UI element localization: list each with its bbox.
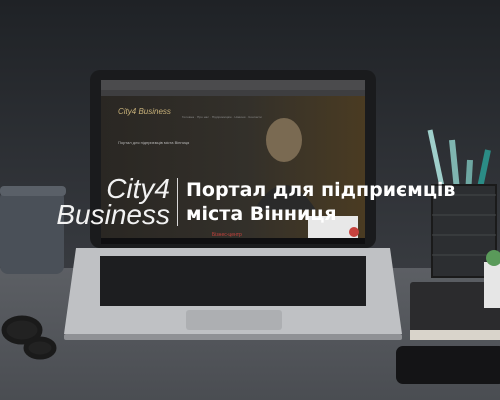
photo-scene: City4 Business Головна · Про нас · Підпр… [0,0,500,400]
screen-nav-menu: Головна · Про нас · Підприємцям · Новини… [182,115,262,119]
logo-line-2: Business [56,199,170,230]
portal-headline: Портал для підприємців міста Вінниця [186,178,486,226]
headline-line-1: Портал для підприємців [186,179,456,201]
smartphone [396,346,500,384]
screen-footer-brand: Бізнес-центр [212,232,242,238]
title-divider [177,178,178,226]
screen-heading: Портал для підприємців міста Вінниця [118,140,190,145]
trackpad [186,310,282,330]
screen-site-logo: City4 Business [118,107,171,116]
headline-line-2: міста Вінниця [186,203,337,225]
plant [484,250,500,308]
city4business-logo: City4 Business [46,175,170,230]
